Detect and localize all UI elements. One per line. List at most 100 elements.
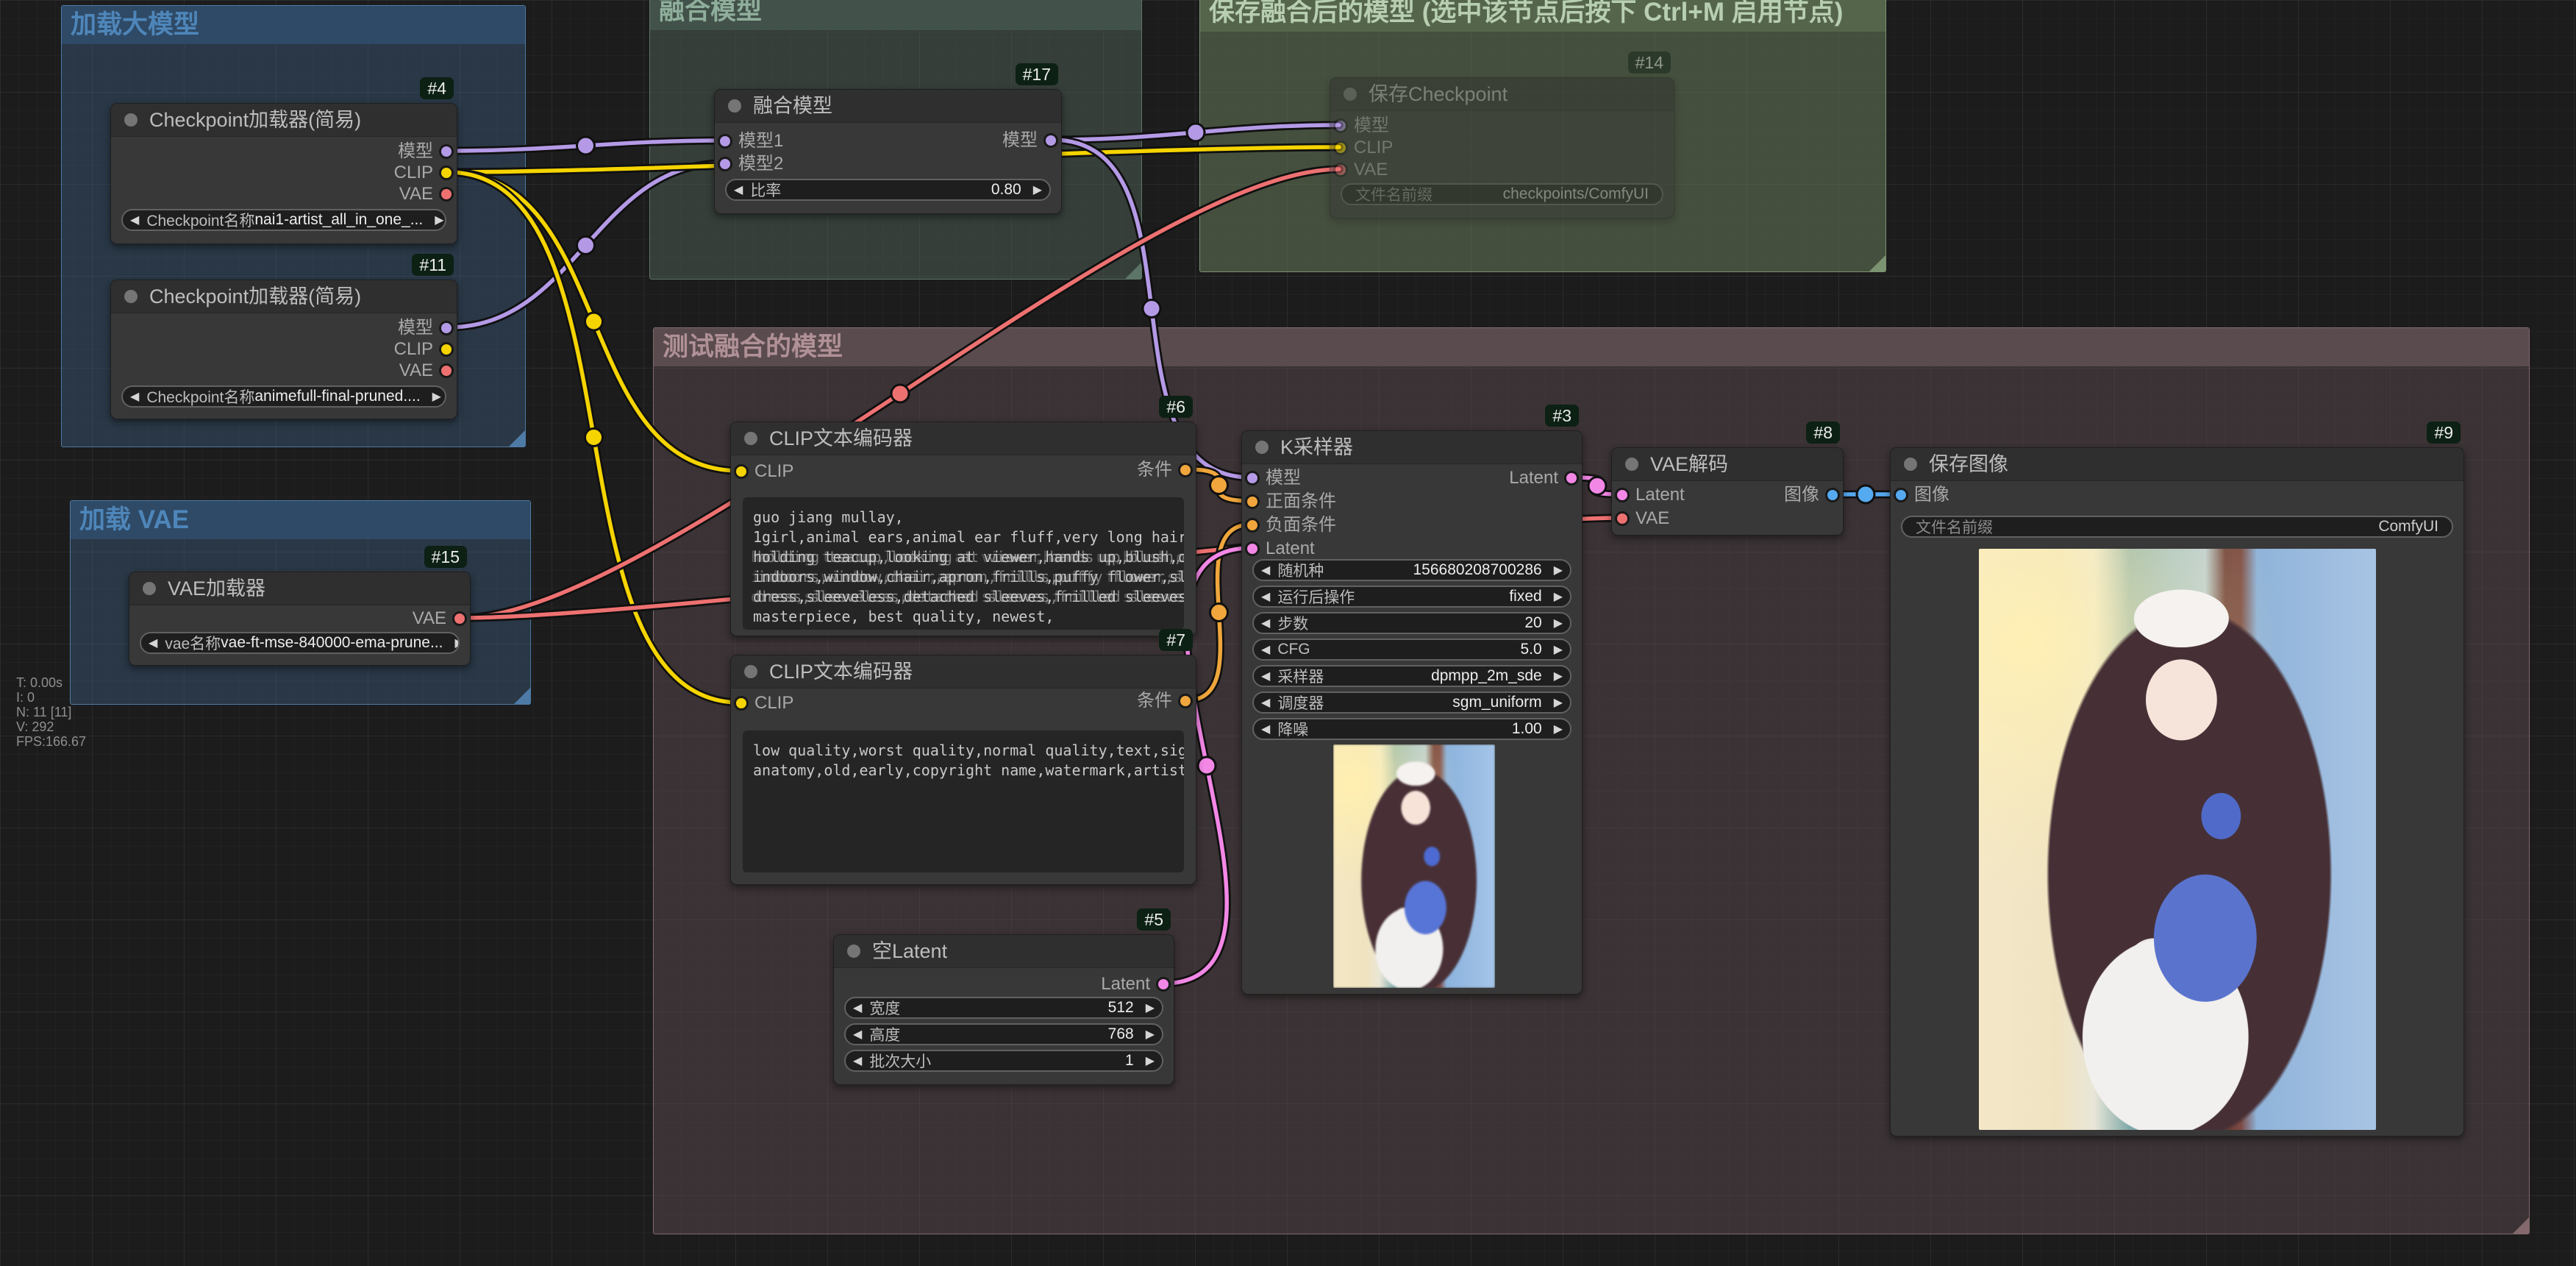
number-widget-比率[interactable]: ◀比率0.80▶ bbox=[725, 179, 1051, 201]
output-port-模型[interactable] bbox=[439, 144, 454, 159]
prev-arrow-icon[interactable]: ◀ bbox=[727, 182, 750, 197]
number-widget-宽度[interactable]: ◀宽度512▶ bbox=[844, 997, 1163, 1019]
group-resize-handle[interactable] bbox=[509, 430, 525, 447]
node-9-保存图像[interactable]: 保存图像#9图像文件名前缀ComfyUI bbox=[1890, 447, 2464, 1137]
input-port-模型2[interactable] bbox=[718, 157, 732, 171]
next-arrow-icon[interactable]: ▶ bbox=[447, 636, 460, 650]
prev-arrow-icon[interactable]: ◀ bbox=[1254, 642, 1277, 657]
combo-widget-调度器[interactable]: ◀调度器sgm_uniform▶ bbox=[1252, 691, 1571, 714]
next-arrow-icon[interactable]: ▶ bbox=[1546, 722, 1570, 736]
prev-arrow-icon[interactable]: ◀ bbox=[141, 636, 165, 650]
output-port-Latent[interactable] bbox=[1156, 977, 1171, 992]
input-port-负面条件[interactable] bbox=[1245, 518, 1260, 533]
input-port-VAE[interactable] bbox=[1615, 511, 1630, 526]
wire-midpoint-dot bbox=[585, 429, 603, 447]
prev-arrow-icon[interactable]: ◀ bbox=[123, 389, 146, 404]
next-arrow-icon[interactable]: ▶ bbox=[1546, 589, 1570, 604]
combo-widget-Checkpoint名称[interactable]: ◀Checkpoint名称animefull-final-pruned....▶ bbox=[121, 385, 446, 408]
input-port-CLIP[interactable] bbox=[734, 696, 749, 711]
group-title-load-vae[interactable]: 加载 VAE bbox=[71, 501, 530, 539]
prev-arrow-icon[interactable]: ◀ bbox=[1254, 616, 1277, 630]
output-port-label: 条件 bbox=[1137, 694, 1172, 708]
number-widget-高度[interactable]: ◀高度768▶ bbox=[844, 1023, 1163, 1045]
widget-value: animefull-final-pruned.... bbox=[254, 388, 424, 405]
output-port-CLIP[interactable] bbox=[439, 342, 454, 357]
output-port-VAE[interactable] bbox=[439, 363, 454, 378]
next-arrow-icon[interactable]: ▶ bbox=[1138, 1000, 1162, 1015]
output-port-模型[interactable] bbox=[1043, 133, 1058, 148]
node-5-空Latent[interactable]: 空Latent#5Latent◀宽度512▶◀高度768▶◀批次大小1▶ bbox=[833, 934, 1174, 1085]
output-port-VAE[interactable] bbox=[452, 611, 467, 626]
node-3-K采样器[interactable]: K采样器#3模型正面条件负面条件LatentLatent◀随机种15668020… bbox=[1241, 430, 1583, 995]
group-resize-handle[interactable] bbox=[514, 688, 530, 704]
next-arrow-icon[interactable]: ▶ bbox=[425, 389, 446, 404]
output-port-Latent[interactable] bbox=[1564, 471, 1579, 486]
next-arrow-icon[interactable]: ▶ bbox=[1546, 616, 1570, 630]
next-arrow-icon[interactable]: ▶ bbox=[1138, 1027, 1162, 1042]
text-widget-文件名前缀[interactable]: 文件名前缀ComfyUI bbox=[1901, 516, 2453, 538]
group-title-merge-model[interactable]: 融合模型 bbox=[650, 0, 1141, 30]
input-port-Latent[interactable] bbox=[1615, 488, 1630, 502]
input-port-CLIP[interactable] bbox=[1333, 141, 1348, 155]
number-widget-步数[interactable]: ◀步数20▶ bbox=[1252, 612, 1571, 634]
widget-label: 宽度 bbox=[869, 997, 900, 1019]
group-title-test-merged[interactable]: 测试融合的模型 bbox=[654, 328, 2529, 366]
group-resize-handle[interactable] bbox=[1869, 255, 1885, 271]
number-widget-批次大小[interactable]: ◀批次大小1▶ bbox=[844, 1050, 1163, 1072]
prev-arrow-icon[interactable]: ◀ bbox=[1254, 669, 1277, 683]
node-6-CLIP文本编码器[interactable]: CLIP文本编码器#6CLIP条件guo jiang mullay,1girl,… bbox=[730, 422, 1196, 636]
prev-arrow-icon[interactable]: ◀ bbox=[123, 213, 146, 227]
node-15-VAE加载器[interactable]: VAE加载器#15VAE◀vae名称vae-ft-mse-840000-ema-… bbox=[129, 572, 471, 666]
next-arrow-icon[interactable]: ▶ bbox=[427, 213, 446, 227]
node-17-融合模型[interactable]: 融合模型#17模型1模型2模型◀比率0.80▶ bbox=[714, 89, 1062, 214]
group-resize-handle[interactable] bbox=[1125, 263, 1141, 279]
prev-arrow-icon[interactable]: ◀ bbox=[1254, 563, 1277, 577]
prev-arrow-icon[interactable]: ◀ bbox=[846, 1053, 869, 1068]
node-4-Checkpoint加载器(简易)[interactable]: Checkpoint加载器(简易)#4模型CLIPVAE◀Checkpoint名… bbox=[110, 103, 457, 244]
node-8-VAE解码[interactable]: VAE解码#8LatentVAE图像 bbox=[1611, 447, 1844, 536]
number-widget-随机种[interactable]: ◀随机种156680208700286▶ bbox=[1252, 559, 1571, 581]
prev-arrow-icon[interactable]: ◀ bbox=[1254, 589, 1277, 604]
prev-arrow-icon[interactable]: ◀ bbox=[1254, 722, 1277, 736]
prompt-textarea[interactable]: low quality,worst quality,normal quality… bbox=[743, 730, 1184, 872]
output-port-条件[interactable] bbox=[1178, 694, 1193, 708]
prev-arrow-icon[interactable]: ◀ bbox=[846, 1027, 869, 1042]
input-port-图像[interactable] bbox=[1894, 488, 1908, 502]
combo-widget-采样器[interactable]: ◀采样器dpmpp_2m_sde▶ bbox=[1252, 665, 1571, 687]
input-port-VAE[interactable] bbox=[1333, 163, 1348, 177]
combo-widget-vae名称[interactable]: ◀vae名称vae-ft-mse-840000-ema-prune...▶ bbox=[140, 632, 460, 654]
next-arrow-icon[interactable]: ▶ bbox=[1138, 1053, 1162, 1068]
next-arrow-icon[interactable]: ▶ bbox=[1546, 669, 1570, 683]
prev-arrow-icon[interactable]: ◀ bbox=[1254, 695, 1277, 710]
group-title-load-model[interactable]: 加载大模型 bbox=[62, 6, 525, 44]
next-arrow-icon[interactable]: ▶ bbox=[1546, 563, 1570, 577]
output-port-图像[interactable] bbox=[1825, 488, 1840, 502]
input-port-CLIP[interactable] bbox=[734, 464, 749, 479]
node-14-保存Checkpoint[interactable]: 保存Checkpoint#14模型CLIPVAE文件名前缀checkpoints… bbox=[1330, 77, 1674, 218]
input-port-Latent[interactable] bbox=[1245, 541, 1260, 556]
group-resize-handle[interactable] bbox=[2513, 1217, 2529, 1234]
group-title-save-merged[interactable]: 保存融合后的模型 (选中该节点后按下 Ctrl+M 启用节点) bbox=[1200, 0, 1885, 32]
input-port-模型[interactable] bbox=[1333, 118, 1348, 133]
combo-widget-运行后操作[interactable]: ◀运行后操作fixed▶ bbox=[1252, 586, 1571, 608]
input-port-模型1[interactable] bbox=[718, 134, 732, 149]
text-widget-文件名前缀[interactable]: 文件名前缀checkpoints/ComfyUI bbox=[1341, 183, 1663, 205]
input-port-正面条件[interactable] bbox=[1245, 494, 1260, 509]
output-port-VAE[interactable] bbox=[439, 187, 454, 202]
prev-arrow-icon[interactable]: ◀ bbox=[846, 1000, 869, 1015]
next-arrow-icon[interactable]: ▶ bbox=[1546, 695, 1570, 710]
perf-stats: T: 0.00s I: 0 N: 11 [11] V: 292 FPS:166.… bbox=[16, 675, 86, 749]
next-arrow-icon[interactable]: ▶ bbox=[1026, 182, 1049, 197]
input-port-模型[interactable] bbox=[1245, 471, 1260, 486]
node-11-Checkpoint加载器(简易)[interactable]: Checkpoint加载器(简易)#11模型CLIPVAE◀Checkpoint… bbox=[110, 280, 457, 419]
combo-widget-Checkpoint名称[interactable]: ◀Checkpoint名称nai1-artist_all_in_one_...▶ bbox=[121, 209, 446, 231]
output-port-模型[interactable] bbox=[439, 321, 454, 335]
number-widget-降噪[interactable]: ◀降噪1.00▶ bbox=[1252, 718, 1571, 740]
output-port-条件[interactable] bbox=[1178, 463, 1193, 477]
output-port-CLIP[interactable] bbox=[439, 166, 454, 180]
node-graph-canvas[interactable]: T: 0.00s I: 0 N: 11 [11] V: 292 FPS:166.… bbox=[0, 0, 2576, 1266]
number-widget-CFG[interactable]: ◀CFG5.0▶ bbox=[1252, 639, 1571, 661]
next-arrow-icon[interactable]: ▶ bbox=[1546, 642, 1570, 657]
node-7-CLIP文本编码器[interactable]: CLIP文本编码器#7CLIP条件low quality,worst quali… bbox=[730, 655, 1196, 885]
prompt-textarea[interactable]: guo jiang mullay,1girl,animal ears,anima… bbox=[743, 497, 1184, 630]
